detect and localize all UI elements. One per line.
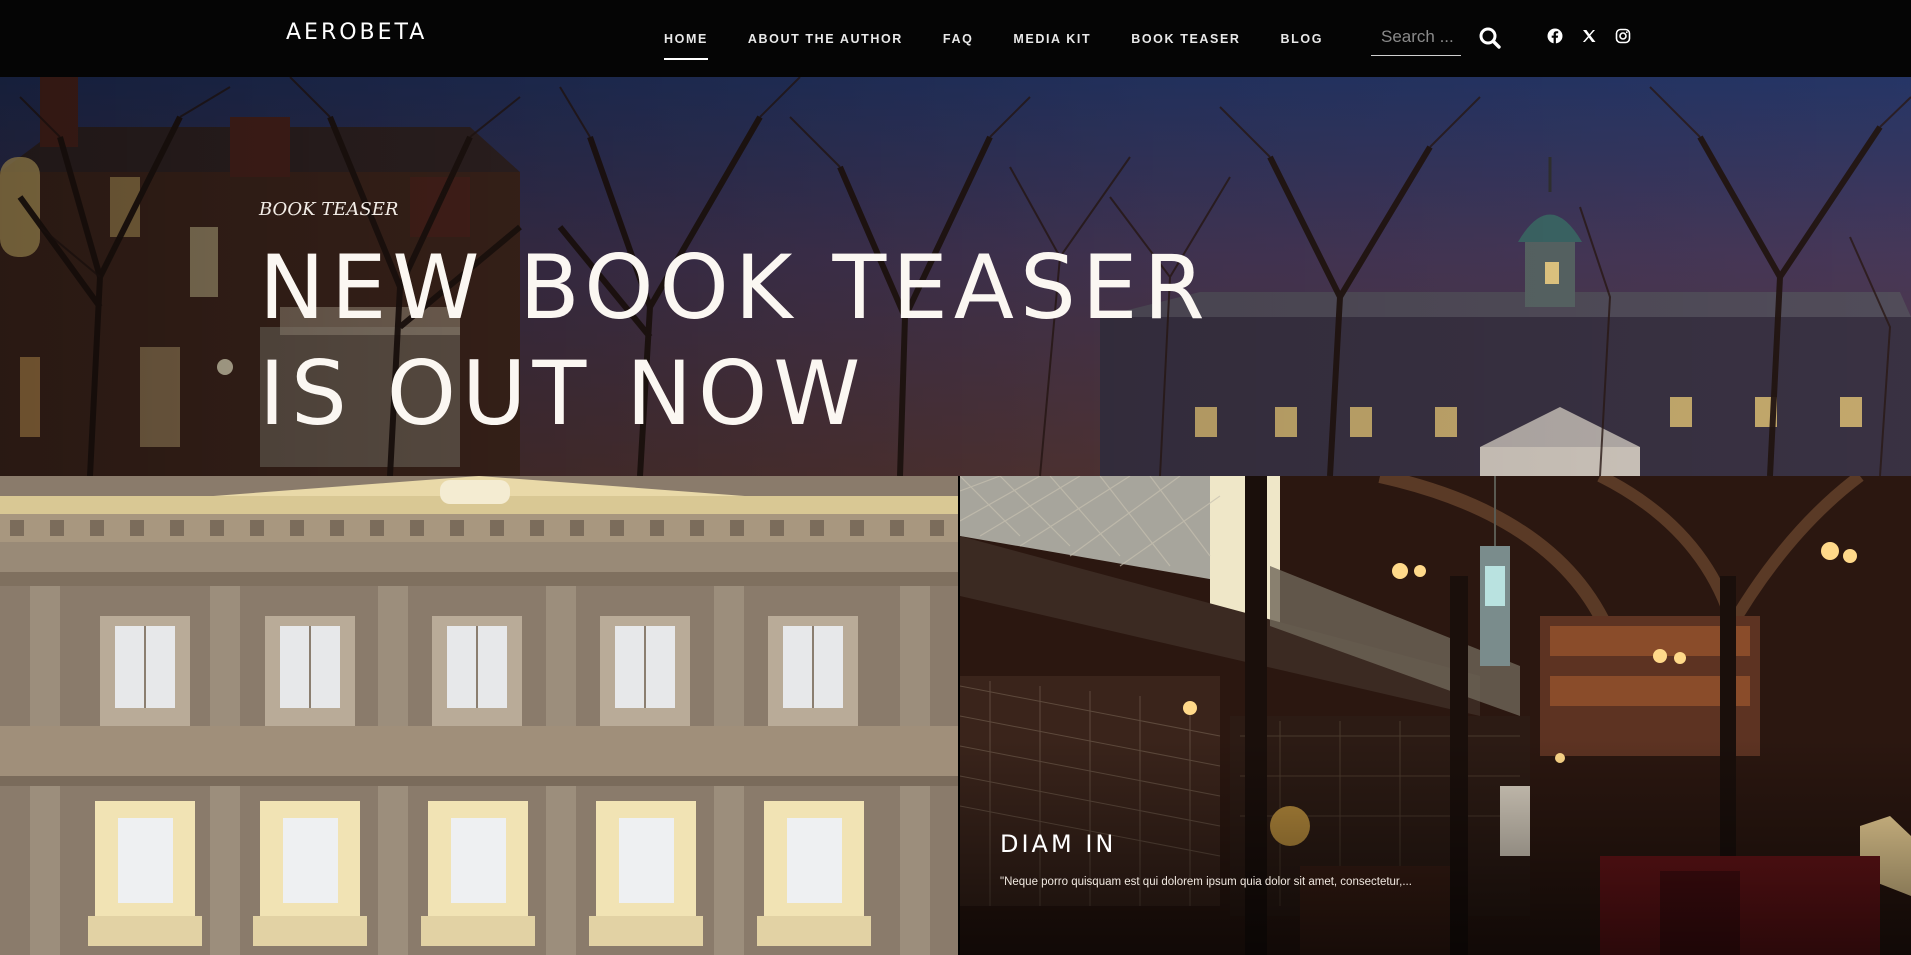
instagram-icon[interactable] <box>1615 28 1631 44</box>
hero-category-link[interactable]: BOOK TEASER <box>259 199 398 220</box>
hero-title-line-2: IS OUT NOW <box>259 342 867 445</box>
facebook-icon[interactable] <box>1547 28 1563 44</box>
nav-about-the-author[interactable]: ABOUT THE AUTHOR <box>748 24 903 54</box>
hero-title[interactable]: NEW BOOK TEASER IS OUT NOW <box>259 235 1359 447</box>
search-icon[interactable] <box>1478 26 1502 50</box>
main-nav: HOME ABOUT THE AUTHOR FAQ MEDIA KIT BOOK… <box>664 0 1363 77</box>
search-input[interactable] <box>1371 26 1461 47</box>
site-header: AEROBETA HOME ABOUT THE AUTHOR FAQ MEDIA… <box>0 0 1911 77</box>
post-title[interactable]: DIAM IN <box>1000 830 1116 858</box>
search-field <box>1371 18 1461 56</box>
post-card-left-image <box>0 476 958 955</box>
post-card-diam-in[interactable]: DIAM IN "Neque porro quisquam est qui do… <box>960 476 1911 955</box>
site-logo[interactable]: AEROBETA <box>286 20 427 45</box>
hero-banner[interactable]: BOOK TEASER NEW BOOK TEASER IS OUT NOW <box>0 77 1911 476</box>
nav-blog[interactable]: BLOG <box>1281 24 1324 54</box>
post-card-left[interactable] <box>0 476 958 955</box>
social-links <box>1547 28 1631 44</box>
hero-title-line-1: NEW BOOK TEASER <box>259 236 1211 339</box>
nav-media-kit[interactable]: MEDIA KIT <box>1013 24 1091 54</box>
x-icon[interactable] <box>1581 28 1597 44</box>
nav-book-teaser[interactable]: BOOK TEASER <box>1131 24 1240 54</box>
nav-faq[interactable]: FAQ <box>943 24 974 54</box>
nav-home[interactable]: HOME <box>664 24 708 60</box>
post-excerpt: "Neque porro quisquam est qui dolorem ip… <box>1000 876 1412 888</box>
